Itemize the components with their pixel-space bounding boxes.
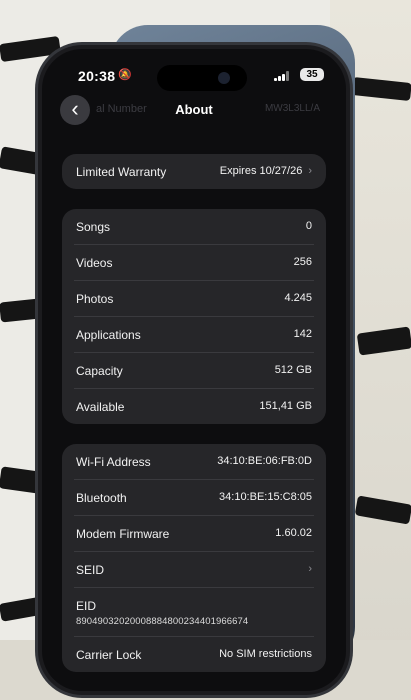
chevron-right-icon: ›	[308, 563, 312, 575]
screen: 20:38 🔕 35 al Number MW3L3LL/A ‹ About L…	[42, 49, 346, 691]
wifi-label: Wi-Fi Address	[76, 455, 151, 469]
list-item: Photos 4.245	[74, 281, 314, 317]
wifi-value: 34:10:BE:06:FB:0D	[217, 455, 312, 467]
warranty-label: Limited Warranty	[76, 165, 167, 179]
bluetooth-value: 34:10:BE:15:C8:05	[219, 491, 312, 503]
row-value: 151,41 GB	[259, 400, 312, 412]
carrier-value: No SIM restrictions	[219, 648, 312, 660]
phone: 20:38 🔕 35 al Number MW3L3LL/A ‹ About L…	[38, 45, 350, 695]
media-card: Songs 0 Videos 256 Photos 4.245 Application…	[62, 209, 326, 424]
page-title: About	[175, 102, 213, 117]
list-item: Songs 0	[74, 209, 314, 245]
seid-row[interactable]: SEID ›	[74, 552, 314, 588]
camera-icon	[218, 72, 230, 84]
row-label: Capacity	[76, 364, 123, 378]
row-label: Available	[76, 400, 125, 414]
modem-value: 1.60.02	[275, 527, 312, 539]
eid-label: EID	[76, 599, 97, 613]
warranty-row[interactable]: Limited Warranty Expires 10/27/26 ›	[74, 154, 314, 189]
status-time: 20:38	[78, 68, 116, 84]
row-label: Photos	[76, 292, 114, 306]
list-item: Applications 142	[74, 317, 314, 353]
row-value: 4.245	[284, 292, 312, 304]
eid-value: 89049032020008884800234401966674	[76, 616, 249, 627]
status-bar: 20:38 🔕 35	[42, 65, 346, 91]
eid-row: EID 89049032020008884800234401966674	[74, 588, 314, 637]
warranty-value: Expires 10/27/26 ›	[219, 165, 312, 177]
nav-bar: al Number MW3L3LL/A ‹ About	[42, 93, 346, 127]
list-item: Videos 256	[74, 245, 314, 281]
battery-icon: 35	[300, 68, 324, 81]
warranty-card: Limited Warranty Expires 10/27/26 ›	[62, 154, 326, 189]
silent-mode-icon: 🔕	[118, 69, 132, 81]
row-label: Songs	[76, 220, 111, 234]
carrier-row: Carrier Lock No SIM restrictions	[74, 637, 314, 672]
row-label: Videos	[76, 256, 113, 270]
modem-row: Modem Firmware 1.60.02	[74, 516, 314, 552]
signal-icon	[274, 71, 290, 81]
wifi-row: Wi-Fi Address 34:10:BE:06:FB:0D	[74, 444, 314, 480]
row-value: 512 GB	[274, 364, 312, 376]
seid-label: SEID	[76, 563, 105, 577]
row-label: Applications	[76, 328, 141, 342]
bluetooth-row: Bluetooth 34:10:BE:15:C8:05	[74, 480, 314, 516]
row-value: 142	[293, 328, 312, 340]
bluetooth-label: Bluetooth	[76, 491, 127, 505]
list-item: Available 151,41 GB	[74, 389, 314, 424]
modem-label: Modem Firmware	[76, 527, 170, 541]
list-item: Capacity 512 GB	[74, 353, 314, 389]
network-card: Wi-Fi Address 34:10:BE:06:FB:0D Bluetoot…	[62, 444, 326, 672]
dynamic-island	[157, 65, 247, 91]
row-value: 256	[293, 256, 312, 268]
row-value: 0	[305, 220, 312, 232]
chevron-right-icon: ›	[308, 165, 312, 177]
carrier-label: Carrier Lock	[76, 648, 142, 662]
